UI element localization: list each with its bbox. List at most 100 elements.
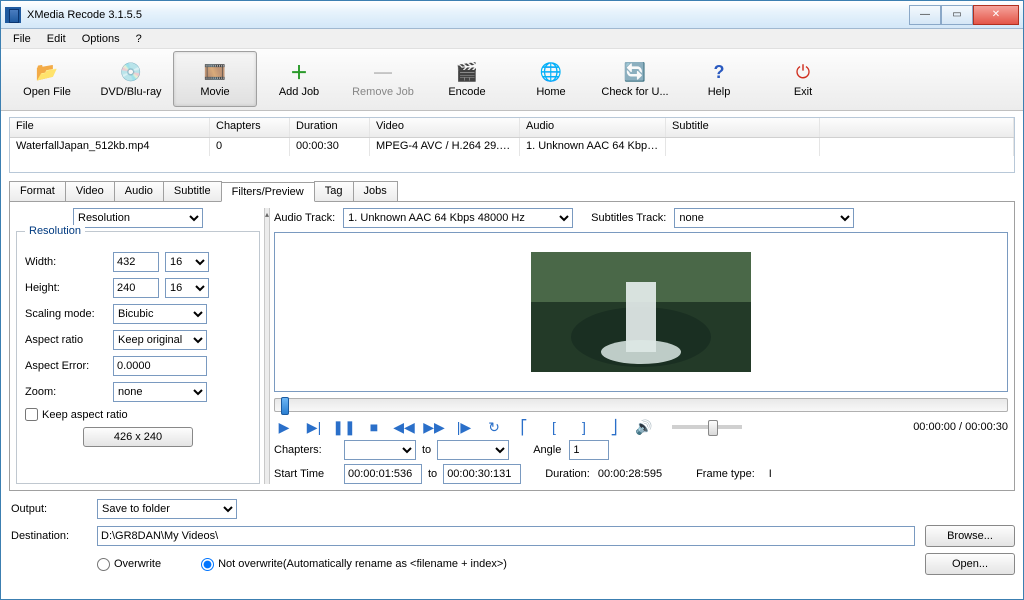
aspect-ratio-select[interactable]: Keep original [113, 330, 207, 350]
angle-input[interactable] [569, 440, 609, 460]
disc-icon: 💿 [117, 60, 145, 84]
dvd-bluray-button[interactable]: 💿DVD/Blu-ray [89, 51, 173, 107]
grid-row[interactable]: WaterfallJapan_512kb.mp4 0 00:00:30 MPEG… [10, 138, 1014, 156]
plus-icon: ＋ [285, 60, 313, 84]
menu-file[interactable]: File [5, 31, 39, 47]
audio-track-select[interactable]: 1. Unknown AAC 64 Kbps 48000 Hz [343, 208, 573, 228]
tab-subtitle[interactable]: Subtitle [163, 181, 222, 201]
duration-value: 00:00:28:595 [598, 468, 662, 480]
menu-options[interactable]: Options [74, 31, 128, 47]
help-button[interactable]: ?Help [677, 51, 761, 107]
chapter-to-select[interactable] [437, 440, 509, 460]
stop-icon[interactable]: ■ [364, 418, 384, 436]
aspect-error-input[interactable] [113, 356, 207, 376]
chapters-label: Chapters: [274, 444, 336, 456]
col-video[interactable]: Video [370, 118, 520, 137]
duration-label: Duration: [545, 468, 590, 480]
maximize-button[interactable]: ▭ [941, 5, 973, 25]
tab-format[interactable]: Format [9, 181, 66, 201]
browse-button[interactable]: Browse... [925, 525, 1015, 547]
width-input[interactable] [113, 252, 159, 272]
volume-icon[interactable]: 🔊 [634, 418, 654, 436]
mark-in-icon[interactable]: ⎡ [514, 418, 534, 436]
home-button[interactable]: 🌐Home [509, 51, 593, 107]
bracket-left-icon[interactable]: [ [544, 418, 564, 436]
folder-open-icon: 📂 [33, 60, 61, 84]
height-input[interactable] [113, 278, 159, 298]
close-button[interactable]: ✕ [973, 5, 1019, 25]
next-icon[interactable]: ▶| [304, 418, 324, 436]
minus-icon: — [369, 60, 397, 84]
col-subtitle[interactable]: Subtitle [666, 118, 820, 137]
remove-job-button: —Remove Job [341, 51, 425, 107]
col-audio[interactable]: Audio [520, 118, 666, 137]
start-time-label: Start Time [274, 468, 336, 480]
app-icon [5, 7, 21, 23]
app-window: XMedia Recode 3.1.5.5 — ▭ ✕ File Edit Op… [0, 0, 1024, 600]
resolution-legend: Resolution [25, 225, 85, 237]
frametype-label: Frame type: [696, 468, 755, 480]
open-button[interactable]: Open... [925, 553, 1015, 575]
pause-icon[interactable]: ❚❚ [334, 418, 354, 436]
add-job-button[interactable]: ＋Add Job [257, 51, 341, 107]
resolution-group: Resolution Width:16 Height:16 Scaling mo… [16, 231, 260, 484]
seek-thumb[interactable] [281, 397, 289, 415]
time-display: 00:00:00 / 00:00:30 [913, 421, 1008, 433]
end-time-input[interactable] [443, 464, 521, 484]
rewind-icon[interactable]: ◀◀ [394, 418, 414, 436]
zoom-select[interactable]: none [113, 382, 207, 402]
file-grid[interactable]: File Chapters Duration Video Audio Subti… [9, 117, 1015, 173]
output-mode-select[interactable]: Save to folder [97, 499, 237, 519]
col-chapters[interactable]: Chapters [210, 118, 290, 137]
menubar: File Edit Options ? [1, 29, 1023, 49]
subtitles-track-label: Subtitles Track: [591, 212, 666, 224]
overwrite-radio[interactable] [97, 558, 110, 571]
preview-viewport [274, 232, 1008, 392]
menu-help[interactable]: ? [128, 31, 150, 47]
mark-out-icon[interactable]: ⎦ [604, 418, 624, 436]
toolbar: 📂Open File 💿DVD/Blu-ray 🎞️Movie ＋Add Job… [1, 49, 1023, 111]
destination-input[interactable] [97, 526, 915, 546]
not-overwrite-radio[interactable] [201, 558, 214, 571]
filter-section-select[interactable]: Resolution [73, 208, 203, 228]
keep-aspect-checkbox[interactable] [25, 408, 38, 421]
output-panel: Output: Save to folder Destination: Brow… [9, 495, 1015, 579]
tab-tag[interactable]: Tag [314, 181, 354, 201]
fastfwd-icon[interactable]: ▶▶ [424, 418, 444, 436]
check-update-button[interactable]: 🔄Check for U... [593, 51, 677, 107]
movie-button[interactable]: 🎞️Movie [173, 51, 257, 107]
tab-audio[interactable]: Audio [114, 181, 164, 201]
col-file[interactable]: File [10, 118, 210, 137]
splitter[interactable] [264, 208, 270, 484]
window-title: XMedia Recode 3.1.5.5 [27, 9, 909, 21]
height-step-select[interactable]: 16 [165, 278, 209, 298]
play-icon[interactable]: ▶ [274, 418, 294, 436]
exit-button[interactable]: ⏻Exit [761, 51, 845, 107]
encode-button[interactable]: 🎬Encode [425, 51, 509, 107]
tab-jobs[interactable]: Jobs [353, 181, 398, 201]
step-fwd-icon[interactable]: |▶ [454, 418, 474, 436]
menu-edit[interactable]: Edit [39, 31, 74, 47]
refresh-icon: 🔄 [621, 60, 649, 84]
audio-track-label: Audio Track: [274, 212, 335, 224]
tab-filters[interactable]: Filters/Preview [221, 182, 315, 202]
start-time-input[interactable] [344, 464, 422, 484]
subtitles-track-select[interactable]: none [674, 208, 854, 228]
width-step-select[interactable]: 16 [165, 252, 209, 272]
tab-video[interactable]: Video [65, 181, 115, 201]
scaling-mode-select[interactable]: Bicubic [113, 304, 207, 324]
volume-slider[interactable] [672, 425, 742, 429]
player-controls: ▶ ▶| ❚❚ ■ ◀◀ ▶▶ |▶ ↻ ⎡ [ ] ⎦ 🔊 [274, 418, 1008, 436]
chapter-from-select[interactable] [344, 440, 416, 460]
col-duration[interactable]: Duration [290, 118, 370, 137]
minimize-button[interactable]: — [909, 5, 941, 25]
grid-header: File Chapters Duration Video Audio Subti… [10, 118, 1014, 138]
size-preset-button[interactable]: 426 x 240 [83, 427, 193, 447]
help-icon: ? [705, 60, 733, 84]
open-file-button[interactable]: 📂Open File [5, 51, 89, 107]
output-label: Output: [9, 503, 87, 515]
bracket-right-icon[interactable]: ] [574, 418, 594, 436]
seek-slider[interactable] [274, 398, 1008, 412]
loop-icon[interactable]: ↻ [484, 418, 504, 436]
angle-label: Angle [533, 444, 561, 456]
